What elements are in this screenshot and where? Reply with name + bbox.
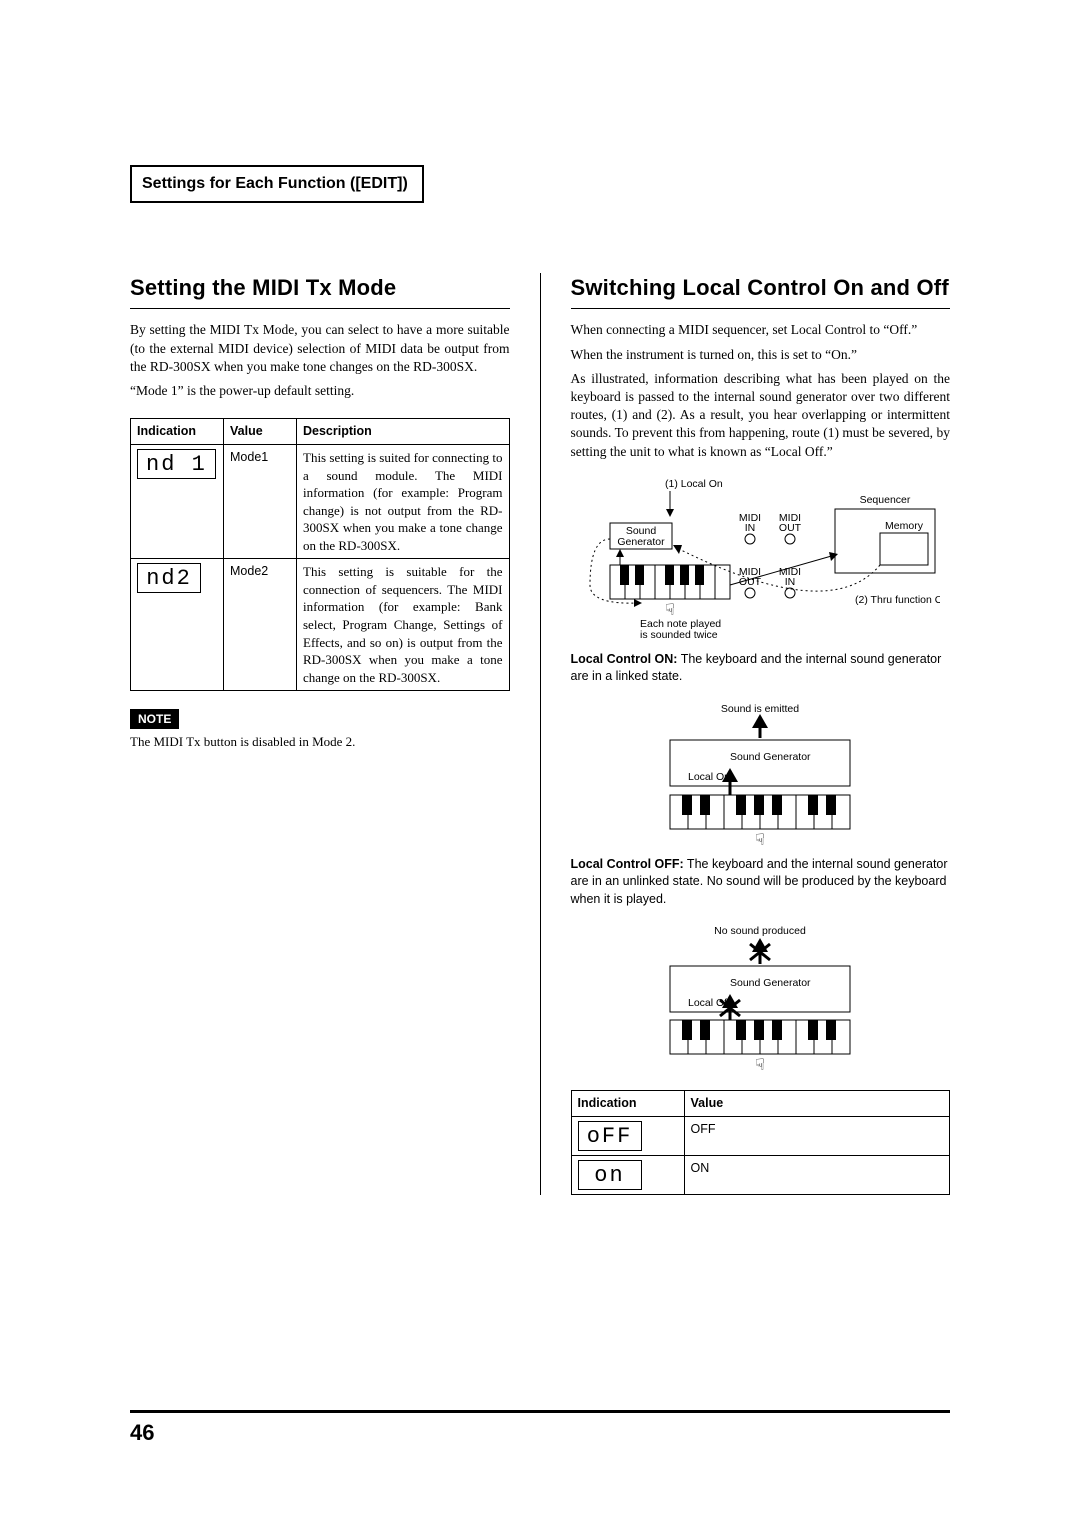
cell-value: Mode1 [224,445,297,559]
col-value: Value [224,419,297,445]
page-header-box: Settings for Each Function ([EDIT]) [130,165,424,203]
label-no-sound: No sound produced [714,925,806,937]
keyboard-icon: ☟ [610,565,730,619]
svg-text:IN: IN [785,576,796,588]
table-row: nd2 Mode2 This setting is suitable for t… [131,559,510,691]
figure-local-on: Sound is emitted Sound Generator Local O… [571,700,951,850]
section-heading-local-control: Switching Local Control On and Off [571,273,951,310]
note-badge: NOTE [130,709,179,729]
hand-icon: ☟ [755,832,765,849]
table-header-row: Indication Value [571,1091,950,1117]
col-value: Value [684,1091,950,1117]
svg-text:is sounded twice: is sounded twice [640,629,718,641]
cell-indication: nd2 [131,559,224,691]
seven-seg-display: oFF [578,1121,642,1151]
cell-indication: oFF [571,1117,684,1156]
table-row: nd 1 Mode1 This setting is suited for co… [131,445,510,559]
body-text: As illustrated, information describing w… [571,370,951,461]
cell-value: Mode2 [224,559,297,691]
caption-local-off: Local Control OFF: The keyboard and the … [571,856,951,909]
cell-description: This setting is suited for connecting to… [297,445,510,559]
col-description: Description [297,419,510,445]
column-divider [540,273,541,1196]
seven-seg-display: on [578,1160,642,1190]
arrow-down-icon [666,509,674,517]
section-heading-midi-tx: Setting the MIDI Tx Mode [130,273,510,310]
col-indication: Indication [571,1091,684,1117]
svg-text:Generator: Generator [618,536,666,548]
table-row: on ON [571,1156,950,1195]
seven-seg-display: nd 1 [137,449,216,479]
hand-icon: ☟ [755,1057,765,1072]
cell-value: OFF [684,1117,950,1156]
keyboard-icon: ☟ [670,1020,850,1072]
hand-icon: ☟ [665,602,675,619]
cell-indication: nd 1 [131,445,224,559]
label-sound-generator: Sound Generator [730,751,811,763]
local-control-table: Indication Value oFF OFF on ON [571,1090,951,1195]
caption-local-on: Local Control ON: The keyboard and the i… [571,651,951,686]
body-text: When the instrument is turned on, this i… [571,346,951,364]
figure-midi-routing: (1) Local On Sound Generator [571,475,951,645]
label-sound-emitted: Sound is emitted [721,703,799,715]
label-thru: (2) Thru function On [855,594,940,606]
routing-diagram-svg: (1) Local On Sound Generator [580,475,940,645]
cell-description: This setting is suitable for the connect… [297,559,510,691]
note-block: NOTE [130,709,510,729]
body-text: By setting the MIDI Tx Mode, you can sel… [130,321,510,376]
right-column: Switching Local Control On and Off When … [571,273,951,1196]
footer-rule [130,1410,950,1413]
label-memory: Memory [885,520,924,532]
figure-local-off: No sound produced Sound Generator Local … [571,922,951,1072]
caption-label: Local Control OFF: [571,857,684,871]
cell-indication: on [571,1156,684,1195]
label-local-on: (1) Local On [665,478,723,490]
label-sequencer: Sequencer [860,494,911,506]
note-text: The MIDI Tx button is disabled in Mode 2… [130,733,510,751]
cell-value: ON [684,1156,950,1195]
left-column: Setting the MIDI Tx Mode By setting the … [130,273,510,751]
svg-text:OUT: OUT [779,522,802,534]
page-number: 46 [130,1418,154,1448]
table-row: oFF OFF [571,1117,950,1156]
table-header-row: Indication Value Description [131,419,510,445]
body-text: “Mode 1” is the power-up default setting… [130,382,510,400]
two-column-layout: Setting the MIDI Tx Mode By setting the … [130,273,950,1196]
svg-text:OUT: OUT [739,576,762,588]
svg-text:IN: IN [745,522,756,534]
seven-seg-display: nd2 [137,563,201,593]
keyboard-icon: ☟ [670,795,850,849]
label-sound-generator: Sound Generator [730,977,811,989]
arrow-up-icon [752,714,768,728]
content-area: Settings for Each Function ([EDIT]) Sett… [130,165,950,1388]
col-indication: Indication [131,419,224,445]
body-text: When connecting a MIDI sequencer, set Lo… [571,321,951,339]
caption-label: Local Control ON: [571,652,678,666]
page: Settings for Each Function ([EDIT]) Sett… [0,0,1080,1528]
midi-tx-mode-table: Indication Value Description nd 1 Mode1 … [130,418,510,691]
